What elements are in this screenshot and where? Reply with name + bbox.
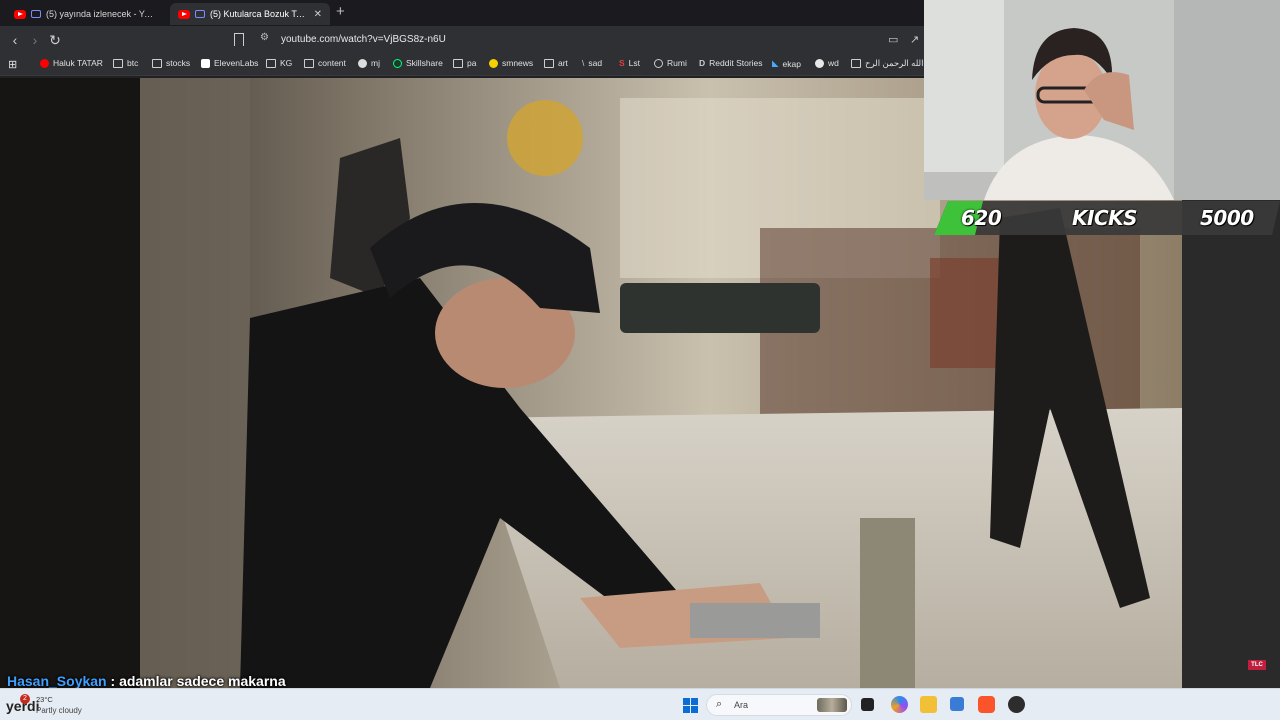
chat-message: Hasan_Soykan : adamlar sadece makarna <box>7 673 286 689</box>
notification-badge: 2 <box>20 694 30 704</box>
bookmark-item[interactable]: art <box>544 58 568 68</box>
bookmark-item[interactable]: KG <box>266 58 292 68</box>
copilot-icon[interactable] <box>891 696 908 713</box>
windows-taskbar: yerdi 2 23°C Partly cloudy ⌕ Ara <box>0 688 1280 720</box>
bookmark-item[interactable]: pa <box>453 58 476 68</box>
bookmark-item[interactable]: wd <box>815 58 839 68</box>
bookmark-item[interactable]: btc <box>113 58 138 68</box>
chat-text: adamlar sadece makarna <box>119 673 286 689</box>
browser-window: (5) yayında izlenecek - YouTube (5) Kutu… <box>0 0 931 78</box>
search-highlight-icon <box>817 698 847 712</box>
webcam-feed <box>924 0 1280 200</box>
tab-youtube-playlist[interactable]: (5) yayında izlenecek - YouTube <box>6 3 166 25</box>
bookmark-item[interactable]: smnews <box>489 58 533 68</box>
folder-icon <box>453 58 463 68</box>
site-info-icon[interactable]: ⚙ <box>260 32 269 43</box>
bookmark-item[interactable]: Skillshare <box>393 58 443 68</box>
weather-temperature: 23°C <box>36 695 53 704</box>
elevenlabs-icon <box>201 58 210 68</box>
reload-icon[interactable]: ↻ <box>46 31 64 49</box>
emoji-icon <box>489 58 498 68</box>
close-icon[interactable]: ✕ <box>314 9 322 20</box>
wordpress-icon <box>815 58 824 68</box>
tab-title: (5) Kutularca Bozuk Tavuk Çi... <box>210 9 309 19</box>
bookmark-item[interactable]: Haluk TATAR <box>40 58 103 68</box>
channel-logo-icon: TLC <box>1248 660 1266 670</box>
globe-icon <box>654 58 663 68</box>
kicks-goal-bar: 620 KICKS 5000 <box>934 201 1280 235</box>
chat-separator: : <box>106 673 120 689</box>
bookmark-item[interactable]: mj <box>358 58 380 68</box>
kicks-label: KICKS <box>1072 206 1138 230</box>
bookmark-icon[interactable] <box>234 33 244 46</box>
bookmark-item[interactable]: D Reddit Stories <box>699 58 763 68</box>
new-tab-button[interactable]: + <box>336 4 345 20</box>
file-explorer-icon[interactable] <box>920 696 937 713</box>
folder-icon <box>152 58 162 68</box>
webcam-image <box>924 0 1280 200</box>
share-icon[interactable]: ↗ <box>910 33 919 46</box>
windows-start-icon[interactable] <box>683 698 698 713</box>
bookmark-item[interactable]: Rumi <box>654 58 687 68</box>
address-bar[interactable]: youtube.com/watch?v=VjBGS8z-n6U <box>281 34 446 45</box>
chat-username: Hasan_Soykan <box>7 673 107 689</box>
side-panel <box>1182 200 1280 688</box>
search-icon: ⌕ <box>716 698 723 710</box>
bookmark-item[interactable]: stocks <box>152 58 190 68</box>
kicks-goal: 5000 <box>1200 206 1254 230</box>
weather-condition: Partly cloudy <box>36 706 82 715</box>
back-arrow-icon[interactable]: ‹ <box>6 31 24 49</box>
bookmarks-bar: ⊞ Haluk TATAR btc stocks ElevenLabs KG c… <box>0 54 931 76</box>
github-icon <box>358 58 367 68</box>
bookmark-item[interactable]: content <box>304 58 346 68</box>
brave-browser-icon[interactable] <box>978 696 995 713</box>
page-icon <box>851 59 861 68</box>
browser-toolbar: ‹ › ↻ ⚙ youtube.com/watch?v=VjBGS8z-n6U … <box>0 26 924 54</box>
folder-icon <box>304 58 314 68</box>
tab-title: (5) yayında izlenecek - YouTube <box>46 9 158 19</box>
bird-icon: ◣ <box>772 58 779 68</box>
task-view-icon[interactable] <box>861 698 874 711</box>
folder-icon <box>113 58 123 68</box>
bookmark-item[interactable]: S Lst <box>619 58 640 68</box>
tab-group-icon <box>31 10 41 18</box>
kicks-current: 620 <box>961 206 1002 230</box>
app-icon[interactable] <box>1008 696 1025 713</box>
bookmark-item[interactable]: \ sad <box>582 58 602 68</box>
folder-icon <box>266 58 276 68</box>
tab-active-video[interactable]: (5) Kutularca Bozuk Tavuk Çi... ✕ <box>170 3 330 25</box>
d-logo-icon: D <box>699 58 706 68</box>
s-logo-icon: S <box>619 58 625 68</box>
bookmark-item[interactable]: ElevenLabs <box>201 58 258 68</box>
tab-group-icon <box>195 10 205 18</box>
bookmark-item[interactable]: ◣ ekap <box>772 58 801 69</box>
search-placeholder: Ara <box>734 700 749 710</box>
tab-strip: (5) yayında izlenecek - YouTube (5) Kutu… <box>0 0 924 26</box>
snipping-tool-icon[interactable] <box>950 697 964 711</box>
cast-icon[interactable]: ▭ <box>888 33 898 46</box>
skillshare-icon <box>393 58 402 68</box>
youtube-icon <box>178 9 190 19</box>
youtube-icon <box>14 9 26 19</box>
forward-arrow-icon[interactable]: › <box>26 31 44 49</box>
backslash-icon: \ <box>582 58 585 68</box>
folder-icon <box>544 58 554 68</box>
screen: 620 KICKS 5000 Hasan_Soykan : adamlar sa… <box>0 0 1280 720</box>
youtube-icon <box>40 58 49 68</box>
apps-grid-icon[interactable]: ⊞ <box>8 58 17 71</box>
bookmark-item[interactable]: الله الرحمن الرح... <box>851 58 931 69</box>
taskbar-search[interactable]: ⌕ Ara <box>706 694 852 716</box>
